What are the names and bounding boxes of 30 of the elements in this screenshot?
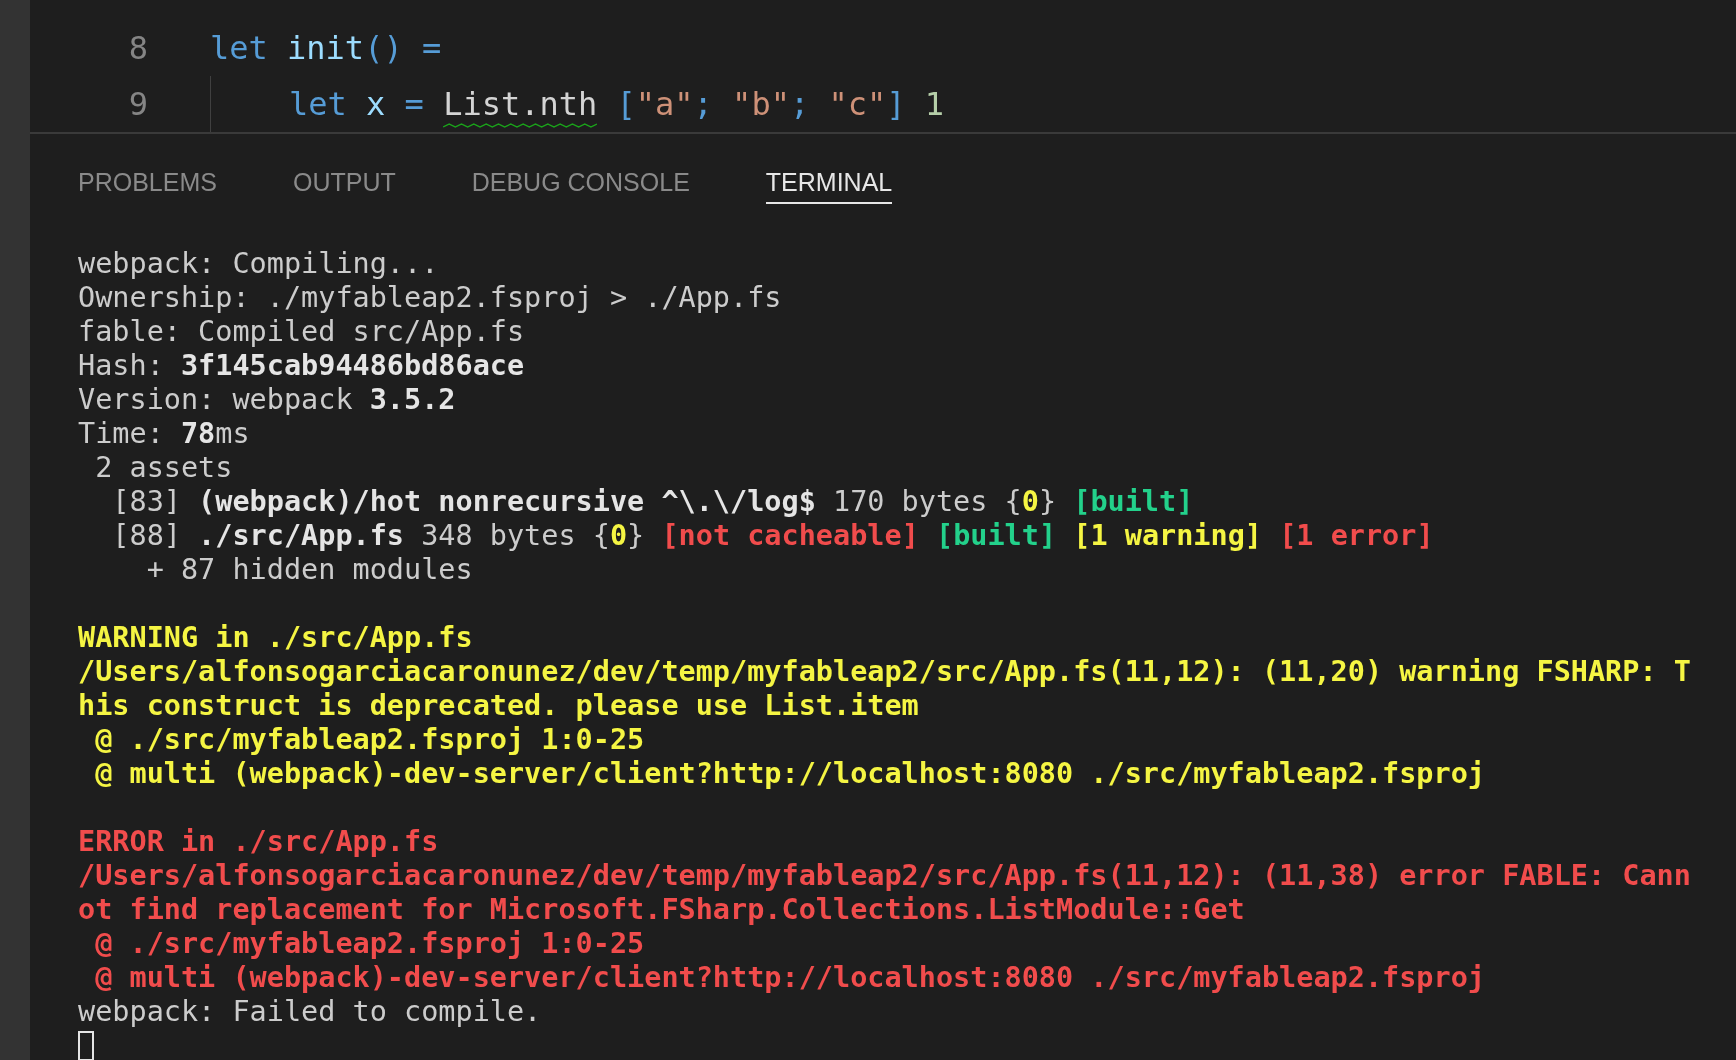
terminal-line: /Users/alfonsogarciacaronunez/dev/temp/myfableap2/src/App.fs(11,12): (11,20) warning FSHARP: T (78, 655, 1691, 689)
panel-tab[interactable]: DEBUG CONSOLE (471, 164, 690, 204)
terminal-line: his construct is deprecated. please use List.item (78, 689, 919, 723)
terminal-line: ERROR in ./src/App.fs (78, 825, 439, 859)
panel-tab[interactable]: OUTPUT (292, 164, 396, 204)
terminal-line: Version: webpack 3.5.2 (78, 383, 456, 417)
terminal-line: @ ./src/myfableap2.fsproj 1:0-25 (94, 723, 645, 757)
terminal-line: @ multi (webpack)-dev-server/client?http://localhost:8080 ./src/myfableap2.fsproj (94, 757, 1485, 791)
line-number: 9 (127, 84, 148, 125)
squiggly-underline-icon (443, 123, 598, 129)
terminal-line: Hash: 3f145cab94486bd86ace (78, 349, 525, 383)
terminal-line: Time: 78ms (78, 417, 250, 451)
panel-tab[interactable]: PROBLEMS (78, 164, 217, 204)
terminal-line: webpack: Compiling... (78, 247, 439, 281)
terminal-line: WARNING in ./src/App.fs (78, 621, 473, 655)
terminal-line: @ ./src/myfableap2.fsproj 1:0-25 (94, 927, 645, 961)
terminal-line: + 87 hidden modules (145, 553, 473, 587)
terminal-line: webpack: Failed to compile. (78, 995, 542, 1029)
terminal-line: [88] ./src/App.fs 348 bytes {0} [not cacheable] [built] [1 warning] [1 error] (111, 519, 1434, 553)
terminal-line: @ multi (webpack)-dev-server/client?http://localhost:8080 ./src/myfableap2.fsproj (94, 961, 1485, 995)
panel-tab[interactable]: TERMINAL (765, 164, 893, 204)
terminal-line: fable: Compiled src/App.fs (78, 315, 525, 349)
terminal-line: ot find replacement for Microsoft.FSharp.Collections.ListModule::Get (78, 893, 1245, 927)
terminal-line: /Users/alfonsogarciacaronunez/dev/temp/myfableap2/src/App.fs(11,12): (11,38) error FABLE: Cann (78, 859, 1691, 893)
line-number: 8 (127, 28, 148, 69)
terminal-line: Ownership: ./myfableap2.fsproj > ./App.fs (78, 281, 782, 315)
code-line: let init() = (210, 28, 442, 69)
terminal-line: 2 assets (94, 451, 233, 485)
terminal-line: [83] (webpack)/hot nonrecursive ^\.\/log$ 170 bytes {0} [built] (111, 485, 1194, 519)
code-line: let x = List.nth ["a"; "b"; "c"] 1 (289, 80, 945, 128)
